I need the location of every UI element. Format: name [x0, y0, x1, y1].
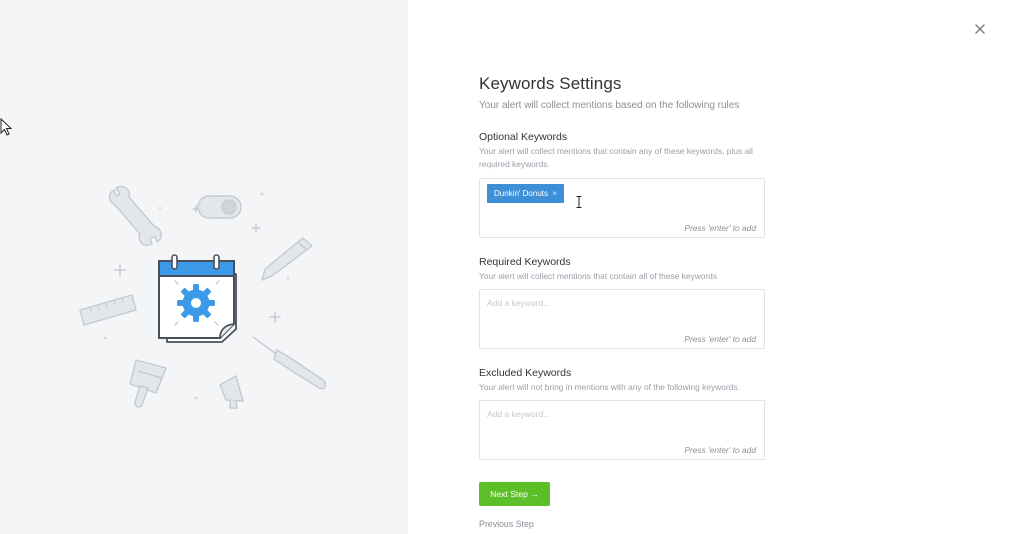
- text-cursor-icon: [576, 196, 582, 208]
- enter-hint: Press 'enter' to add: [684, 334, 756, 344]
- section-title: Required Keywords: [479, 256, 571, 268]
- pencil-icon: [261, 237, 313, 281]
- keyword-tag[interactable]: Dunkin' Donuts ×: [487, 184, 564, 203]
- screwdriver-icon: [252, 336, 327, 390]
- keyword-tag-remove-icon[interactable]: ×: [552, 189, 557, 198]
- required-keywords-input[interactable]: Press 'enter' to add: [479, 289, 765, 349]
- toggle-icon: [197, 195, 242, 219]
- dialog-header: Keywords Settings Your alert will collec…: [479, 74, 769, 111]
- settings-illustration: [79, 185, 327, 409]
- wrench-icon: [108, 185, 162, 246]
- section-description: Your alert will collect mentions that co…: [479, 146, 753, 169]
- section-title: Excluded Keywords: [479, 367, 572, 379]
- page-subtitle: Your alert will collect mentions based o…: [479, 100, 740, 111]
- illustration-panel: [0, 0, 408, 534]
- enter-hint: Press 'enter' to add: [684, 445, 756, 455]
- optional-keywords-input[interactable]: Dunkin' Donuts × Press 'enter' to add: [479, 178, 765, 238]
- calendar-gear-icon: [158, 254, 237, 343]
- page-title: Keywords Settings: [479, 74, 622, 93]
- required-keyword-field[interactable]: [487, 298, 737, 308]
- paintbrush-icon: [129, 359, 167, 408]
- excluded-keywords-input[interactable]: Press 'enter' to add: [479, 400, 765, 460]
- required-keywords-section: Required Keywords Your alert will collec…: [479, 256, 769, 283]
- ruler-icon: [79, 294, 137, 326]
- section-description: Your alert will not bring in mentions wi…: [479, 382, 740, 392]
- optional-keywords-section: Optional Keywords Your alert will collec…: [479, 131, 769, 171]
- enter-hint: Press 'enter' to add: [684, 223, 756, 233]
- keywords-settings-panel: Keywords Settings Your alert will collec…: [408, 0, 1019, 534]
- next-step-button[interactable]: Next Step →: [479, 482, 550, 506]
- previous-step-link[interactable]: Previous Step: [479, 519, 534, 529]
- excluded-keywords-section: Excluded Keywords Your alert will not br…: [479, 367, 769, 394]
- section-title: Optional Keywords: [479, 131, 568, 143]
- megaphone-icon: [219, 375, 244, 409]
- close-icon[interactable]: [973, 22, 987, 36]
- section-description: Your alert will collect mentions that co…: [479, 271, 718, 281]
- keyword-tag-label: Dunkin' Donuts: [494, 189, 548, 198]
- excluded-keyword-field[interactable]: [487, 409, 737, 419]
- mouse-pointer-icon: [0, 118, 12, 136]
